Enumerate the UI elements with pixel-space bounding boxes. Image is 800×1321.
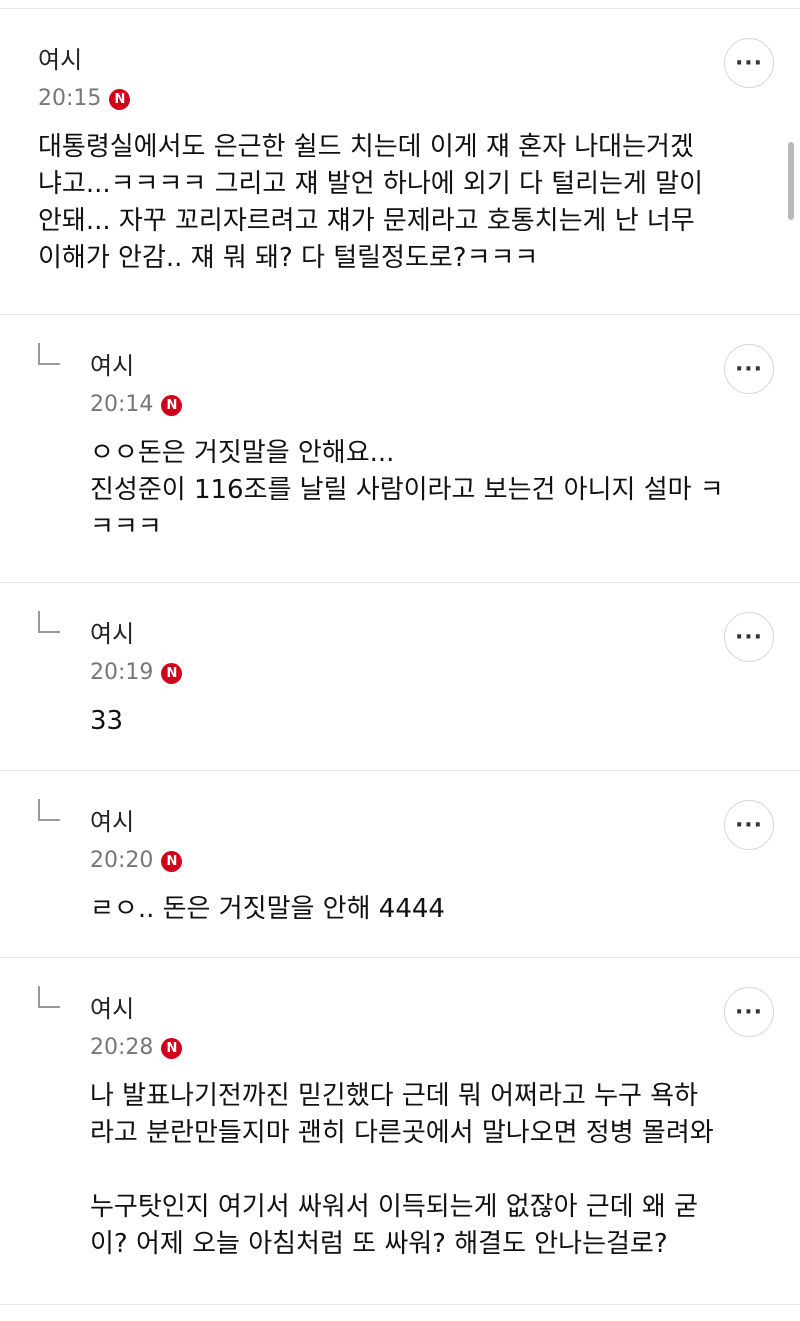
comment-text-line: 안돼... 자꾸 꼬리자르려고 쟤가 문제라고 호통치는게 난 너무 (38, 206, 695, 236)
comment-text-line: 대통령실에서도 은근한 쉴드 치는데 이게 쟤 혼자 나대는거겠 (38, 132, 694, 162)
comment-text-line: 이해가 안감.. 쟤 뭐 돼? 다 털릴정도로?ㅋㅋㅋ (38, 243, 539, 273)
comment-time: 20:15 (38, 86, 102, 111)
comment-meta: 20:28 N (90, 1034, 183, 1062)
reply-item: 여시 20:19 N ··· 33 (0, 583, 800, 771)
reply-arrow-icon (38, 799, 60, 821)
comment-author[interactable]: 여시 (90, 619, 134, 649)
comment-time: 20:19 (90, 660, 154, 685)
reply-item: 여시 20:14 N ··· ㅇㅇ돈은 거짓말을 안해요... 진성준이 116… (0, 315, 800, 583)
more-options-button[interactable]: ··· (724, 344, 774, 394)
comment-meta: 20:19 N (90, 659, 183, 687)
comment-body: ㄹㅇ.. 돈은 거짓말을 안해 4444 (90, 891, 770, 928)
more-options-button[interactable]: ··· (724, 800, 774, 850)
comment-body: 33 (90, 703, 770, 740)
comment-author[interactable]: 여시 (90, 994, 134, 1024)
comment-body: ㅇㅇ돈은 거짓말을 안해요... 진성준이 116조를 날릴 사람이라고 보는건… (90, 435, 770, 546)
comment-text-line: 나 발표나기전까진 믿긴했다 근데 뭐 어쩌라고 누구 욕하 (90, 1081, 699, 1111)
comment-author[interactable]: 여시 (90, 351, 134, 381)
comment-text-line (90, 1152, 770, 1189)
new-badge-icon: N (161, 850, 183, 872)
comment-text-line: ㅋㅋㅋ (90, 512, 162, 542)
reply-arrow-icon (38, 343, 60, 365)
comment-body: 나 발표나기전까진 믿긴했다 근데 뭐 어쩌라고 누구 욕하 라고 분란만들지마… (90, 1078, 770, 1263)
comment-meta: 20:15 N (38, 85, 131, 113)
comment-text-line: 라고 분란만들지마 괜히 다른곳에서 말나오면 정병 몰려와 (90, 1118, 714, 1148)
comment-text-line: ㄹㅇ.. 돈은 거짓말을 안해 4444 (90, 894, 445, 924)
comment-text-line: 진성준이 116조를 날릴 사람이라고 보는건 아니지 설마 ㅋ (90, 475, 724, 505)
reply-item: 여시 20:28 N ··· 나 발표나기전까진 믿긴했다 근데 뭐 어쩌라고 … (0, 958, 800, 1305)
comment-item: 여시 20:15 N ··· 대통령실에서도 은근한 쉴드 치는데 이게 쟤 혼… (0, 9, 800, 315)
more-options-button[interactable]: ··· (724, 987, 774, 1037)
reply-arrow-icon (38, 986, 60, 1008)
reply-item: 여시 20:20 N ··· ㄹㅇ.. 돈은 거짓말을 안해 4444 (0, 771, 800, 958)
new-badge-icon: N (109, 88, 131, 110)
comment-meta: 20:14 N (90, 391, 183, 419)
comment-time: 20:28 (90, 1035, 154, 1060)
comment-text-line: 누구탓인지 여기서 싸워서 이득되는게 없잖아 근데 왜 굳 (90, 1192, 699, 1222)
more-options-button[interactable]: ··· (724, 612, 774, 662)
comment-author[interactable]: 여시 (38, 45, 82, 75)
comment-text-line: 이? 어제 오늘 아침처럼 또 싸워? 해결도 안나는걸로? (90, 1229, 668, 1259)
reply-arrow-icon (38, 611, 60, 633)
comment-text-line: ㅇㅇ돈은 거짓말을 안해요... (90, 438, 395, 468)
comment-time: 20:20 (90, 848, 154, 873)
comment-text-line: 냐고...ㅋㅋㅋㅋ 그리고 쟤 발언 하나에 외기 다 털리는게 말이 (38, 169, 703, 199)
comment-author[interactable]: 여시 (90, 807, 134, 837)
comment-body: 대통령실에서도 은근한 쉴드 치는데 이게 쟤 혼자 나대는거겠 냐고...ㅋㅋ… (38, 129, 770, 277)
new-badge-icon: N (161, 662, 183, 684)
comment-meta: 20:20 N (90, 847, 183, 875)
comment-time: 20:14 (90, 392, 154, 417)
comment-text-line: 33 (90, 706, 124, 736)
new-badge-icon: N (161, 1037, 183, 1059)
new-badge-icon: N (161, 394, 183, 416)
more-options-button[interactable]: ··· (724, 38, 774, 88)
scrollbar-thumb[interactable] (788, 142, 794, 220)
